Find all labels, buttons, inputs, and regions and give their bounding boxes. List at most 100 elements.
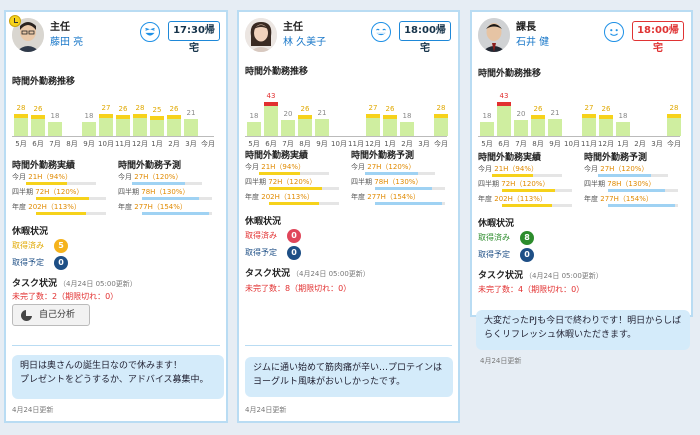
stat-label: 年度	[118, 203, 135, 211]
chart-data-label: 20	[283, 110, 293, 118]
forecast-progress-bar	[608, 204, 678, 207]
stat-label: 今月	[118, 173, 135, 181]
forecast-progress-bar	[132, 182, 202, 185]
chart-bar[interactable]	[497, 102, 511, 136]
message-line: プレゼントをどうするか、アドバイス募集中。	[20, 375, 209, 385]
chart-bar[interactable]	[82, 122, 96, 136]
actual-title: 時間外勤務実績	[12, 161, 76, 171]
leave-taken-label: 取得済み	[478, 233, 510, 242]
chart-data-label: 21	[550, 109, 560, 117]
stat-hours: 202H	[261, 193, 280, 201]
forecast-stat-row: 四半期 78H（130%）	[584, 179, 655, 189]
stat-label: 四半期	[584, 180, 608, 188]
stat-hours: 78H	[374, 178, 389, 186]
updated-date: 4月24日更新	[480, 357, 522, 365]
chart-data-label: 18	[618, 112, 628, 120]
chart-bar[interactable]	[548, 119, 562, 136]
go-home-time-badge: 17:30帰宅	[168, 21, 220, 54]
card-header: 主任 藤田 亮 17:30帰宅	[6, 12, 226, 56]
progress-fill	[36, 197, 89, 200]
avatar[interactable]	[245, 18, 277, 52]
progress-fill	[142, 212, 210, 215]
chart-bar-cap	[434, 114, 448, 118]
forecast-progress-bar	[375, 202, 445, 205]
chart-data-label: 26	[118, 105, 128, 113]
self-analysis-button[interactable]: 自己分析	[12, 304, 90, 326]
leave-taken-count[interactable]: 0	[287, 229, 301, 243]
chart-bar[interactable]	[315, 119, 329, 136]
stat-percent: （120%）	[282, 178, 317, 186]
member-name[interactable]: 石井 健	[516, 33, 549, 48]
forecast-title: 時間外勤務予測	[584, 153, 648, 163]
task-status[interactable]: 未完了数：8（期限切れ：0）	[245, 283, 351, 294]
stat-percent: （120%）	[148, 173, 183, 181]
actual-title: 時間外勤務実績	[245, 151, 309, 161]
message-bubble: 明日は奥さんの誕生日なので休みます！ プレゼントをどうするか、アドバイス募集中。	[12, 355, 224, 399]
card-header: 課長 石井 健 18:00帰宅	[472, 12, 691, 56]
leave-planned-count[interactable]: 0	[54, 256, 68, 270]
chart-bar-cap	[167, 115, 181, 119]
overtime-trend-title: 時間外勤務推移	[12, 77, 76, 87]
actual-stat-row: 四半期 72H（120%）	[478, 179, 549, 189]
progress-fill	[502, 204, 552, 207]
chart-bar-cap	[31, 115, 45, 119]
leave-title: 休暇状況	[245, 217, 282, 227]
chart-data-label: 18	[402, 112, 412, 120]
chart-bar[interactable]	[264, 102, 278, 136]
chart-month-label: 今月	[667, 140, 681, 148]
avatar[interactable]	[478, 18, 510, 52]
task-status[interactable]: 未完了数：4（期限切れ：0）	[478, 284, 584, 295]
stat-percent: （154%）	[385, 193, 420, 201]
chart-bar[interactable]	[514, 120, 528, 136]
actual-stat-row: 今月 21H（94%）	[478, 164, 538, 174]
actual-progress-bar	[269, 187, 339, 190]
member-name[interactable]: 藤田 亮	[50, 33, 83, 48]
forecast-progress-bar	[142, 197, 212, 200]
stat-percent: （154%）	[152, 203, 187, 211]
stat-label: 今月	[12, 173, 29, 181]
stat-percent: （154%）	[618, 195, 653, 203]
chart-bar[interactable]	[247, 122, 261, 136]
chart-bar[interactable]	[400, 122, 414, 136]
actual-progress-bar	[259, 172, 329, 175]
chart-bar-cap	[582, 114, 596, 118]
chart-bar[interactable]	[480, 122, 494, 136]
leave-planned-count[interactable]: 0	[287, 246, 301, 260]
stat-hours: 72H	[268, 178, 283, 186]
chart-data-label: 21	[186, 109, 196, 117]
stat-hours: 277H	[367, 193, 386, 201]
member-name[interactable]: 林 久美子	[283, 33, 326, 48]
chart-bar-cap	[264, 102, 278, 106]
member-card-fujita[interactable]: 主任 藤田 亮 17:30帰宅 時間外勤務推移 28 5月 26 6月 18 7月 8月 18…	[4, 10, 228, 423]
member-card-ishii[interactable]: 課長 石井 健 18:00帰宅 時間外勤務推移 18 5月 43 6月 20 7月 26 8月…	[470, 10, 693, 317]
stat-hours: 27H	[134, 173, 149, 181]
stat-hours: 277H	[134, 203, 153, 211]
chart-bar[interactable]	[184, 119, 198, 136]
chart-bar-cap	[366, 114, 380, 118]
leave-title: 休暇状況	[478, 219, 515, 229]
chart-data-label: 18	[482, 112, 492, 120]
member-role: 主任	[50, 22, 70, 33]
self-analysis-label: 自己分析	[39, 310, 76, 320]
stat-label: 年度	[478, 195, 495, 203]
overtime-trend-chart: 28 5月 26 6月 18 7月 8月 18 9月 27 10月 26 11月 28 12月 25 1月 26 2…	[6, 90, 218, 150]
leave-taken-count[interactable]: 8	[520, 231, 534, 245]
actual-progress-bar	[502, 204, 572, 207]
stat-hours: 72H	[35, 188, 50, 196]
message-line: ヨーグルト風味がおいしかったです。	[253, 377, 406, 387]
task-status[interactable]: 未完了数：2（期限切れ：0）	[12, 291, 118, 302]
leave-planned-count[interactable]: 0	[520, 248, 534, 262]
member-card-hayashi[interactable]: 主任 林 久美子 18:00帰宅 時間外勤務推移 18 5月 43 6月 20 7月 26 8…	[237, 10, 460, 423]
chart-bar[interactable]	[281, 120, 295, 136]
leave-taken-count[interactable]: 5	[54, 239, 68, 253]
stat-percent: （113%）	[512, 195, 547, 203]
chart-bar[interactable]	[616, 122, 630, 136]
message-line: ジムに通い始めて筋肉痛が辛い…プロテインは	[253, 363, 443, 373]
actual-stat-row: 年度 202H（113%）	[12, 202, 81, 212]
forecast-stat-row: 年度 277H（154%）	[584, 194, 653, 204]
forecast-progress-bar	[142, 212, 212, 215]
progress-fill	[375, 187, 432, 190]
chart-baseline	[245, 136, 447, 137]
stat-hours: 27H	[600, 165, 615, 173]
chart-bar[interactable]	[48, 122, 62, 136]
